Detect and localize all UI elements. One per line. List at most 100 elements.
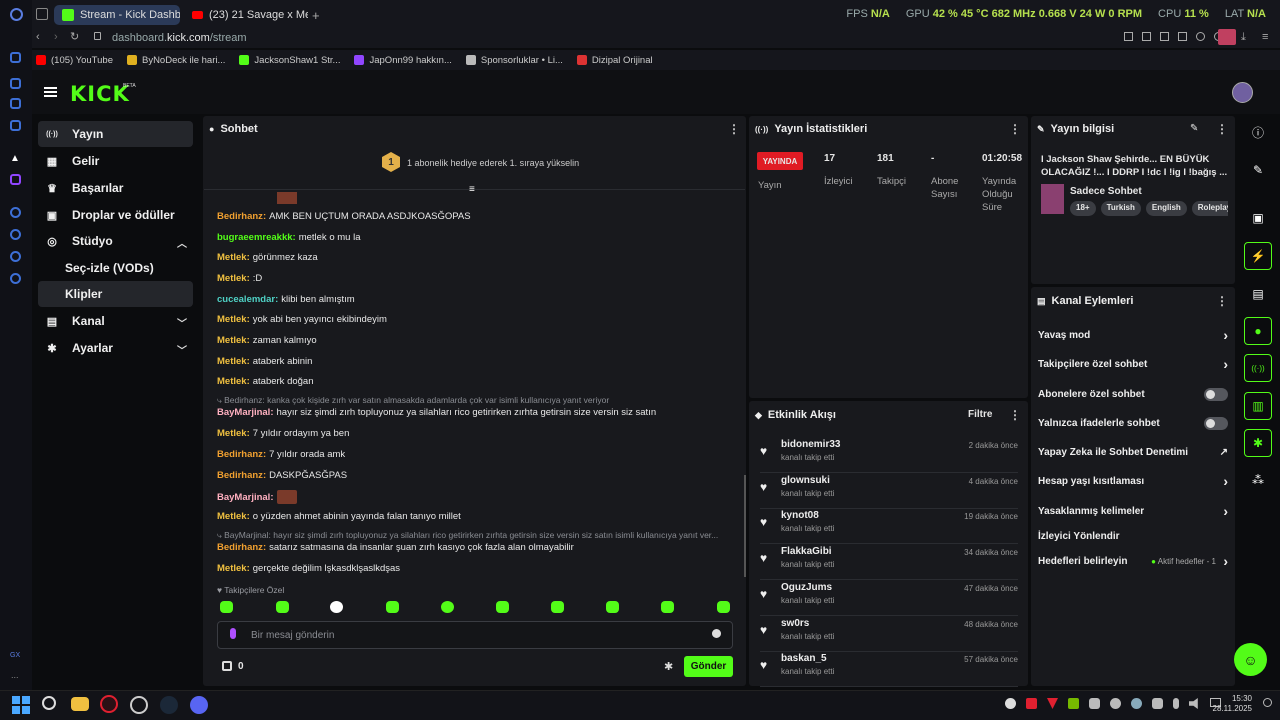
external-link-icon[interactable]: ↗	[1220, 447, 1228, 458]
sidebar-item[interactable]: ♛ Başarılar	[38, 175, 193, 201]
dashboard-icon[interactable]: ▥	[1244, 392, 1272, 420]
apps-icon[interactable]: ⁂	[1244, 466, 1272, 494]
chat-menu-icon[interactable]: ⋮	[728, 122, 740, 136]
channel-action-row[interactable]: İzleyici Yönlendir	[1038, 531, 1228, 545]
channel-action-row[interactable]: Abonelere özel sohbet	[1038, 388, 1228, 403]
mic-icon[interactable]	[1173, 698, 1179, 709]
bookmark-item[interactable]: (105) YouTube	[36, 55, 113, 66]
chevron-right-icon[interactable]: ›	[1223, 327, 1228, 343]
url-field[interactable]: dashboard.kick.com/stream	[112, 32, 247, 44]
channel-action-row[interactable]: Takipçilere özel sohbet ›	[1038, 356, 1228, 373]
emote-icon[interactable]	[717, 601, 730, 613]
messenger-icon[interactable]	[10, 120, 21, 131]
extensions-icon[interactable]	[10, 251, 21, 262]
tag[interactable]: 18+	[1070, 201, 1096, 216]
reload-icon[interactable]: ↻	[70, 30, 79, 43]
chat-username[interactable]: Metlek:	[217, 273, 250, 284]
mic-icon[interactable]	[230, 628, 236, 639]
sidebar-item[interactable]: Seç-izle (VODs)	[38, 255, 193, 281]
toggle-switch[interactable]	[1204, 388, 1228, 401]
activity-item[interactable]: ♥ OguzJums kanalı takip etti 47 dakika önce	[760, 580, 1018, 616]
chevron-down-icon[interactable]: ﹀	[177, 342, 187, 357]
chevron-right-icon[interactable]: ›	[1223, 553, 1228, 569]
emote-icon[interactable]	[330, 601, 343, 613]
activity-item[interactable]: ♥ glownsuki kanalı takip etti 4 dakika önce	[760, 473, 1018, 509]
tag[interactable]: Roleplay	[1191, 201, 1228, 216]
emoji-icon[interactable]	[712, 629, 721, 638]
chat-username[interactable]: cucealemdar:	[217, 294, 278, 305]
kick-logo[interactable]: KICK	[70, 82, 130, 106]
chat-username[interactable]: Metlek:	[217, 252, 250, 263]
chevron-right-icon[interactable]: ›	[1223, 503, 1228, 519]
activity-item[interactable]: ♥ baskan_5 kanalı takip etti 57 dakika önce	[760, 651, 1018, 688]
tab-youtube[interactable]: (23) 21 Savage x Metro B	[184, 5, 308, 25]
chevron-right-icon[interactable]: ›	[1223, 356, 1228, 372]
bookmark-item[interactable]: JacksonShaw1 Str...	[239, 55, 340, 66]
emote-icon[interactable]	[386, 601, 399, 613]
capture-icon[interactable]: ▣	[1244, 204, 1272, 232]
screen-icon[interactable]	[1160, 32, 1169, 41]
chat-username[interactable]: Bedirhanz:	[217, 542, 266, 553]
clock[interactable]: 15:30 28.11.2025	[1212, 694, 1252, 714]
broadcast-icon[interactable]: ((·))	[1244, 354, 1272, 382]
chevron-down-icon[interactable]: ﹀	[177, 315, 187, 330]
category-name[interactable]: Sadece Sohbet	[1070, 186, 1142, 197]
points-icon[interactable]	[222, 661, 232, 671]
chat-username[interactable]: BayMarjinal:	[217, 492, 274, 503]
chat-username[interactable]: Metlek:	[217, 428, 250, 439]
activity-username[interactable]: OguzJums	[781, 582, 832, 593]
activity-item[interactable]: ♥ FlakkaGibi kanalı takip etti 34 dakika ön…	[760, 544, 1018, 581]
bookmark-item[interactable]: JapOnn99 hakkın...	[354, 55, 452, 66]
opera-gx-icon[interactable]	[100, 695, 118, 713]
nvidia-icon[interactable]	[1068, 698, 1079, 709]
emote-icon[interactable]	[551, 601, 564, 613]
chat-filter-icon[interactable]: ≡	[469, 184, 475, 195]
search-icon[interactable]	[42, 696, 56, 710]
chat-username[interactable]: bugraeemreakkk:	[217, 232, 296, 243]
activity-username[interactable]: glownsuki	[781, 475, 830, 486]
channel-action-row[interactable]: Hesap yaşı kısıtlaması ›	[1038, 473, 1228, 490]
activity-item[interactable]: ♥ sw0rs kanalı takip etti 48 dakika önce	[760, 616, 1018, 652]
channel-action-row[interactable]: Yavaş mod ›	[1038, 327, 1228, 344]
pin-icon[interactable]	[1124, 32, 1133, 41]
chat-username[interactable]: Metlek:	[217, 511, 250, 522]
chevron-right-icon[interactable]: ›	[1223, 473, 1228, 489]
kick-rail-icon[interactable]: ▲	[10, 153, 20, 164]
file-explorer-icon[interactable]	[71, 697, 89, 711]
bookmark-item[interactable]: Dizipal Orijinal	[576, 55, 653, 66]
settings-rail-icon[interactable]	[10, 273, 21, 284]
chat-username[interactable]: Metlek:	[217, 376, 250, 387]
tray-icon[interactable]	[1110, 698, 1121, 709]
chevron-up-icon[interactable]: ︿	[177, 235, 187, 250]
emote-icon[interactable]	[441, 601, 454, 613]
info-menu-icon[interactable]: ⋮	[1216, 122, 1228, 136]
speed-dial-icon[interactable]	[10, 52, 21, 63]
chat-username[interactable]: Bedirhanz:	[217, 470, 266, 481]
chat-username[interactable]: Metlek:	[217, 563, 250, 574]
lightning-icon[interactable]: ⚡	[1244, 242, 1272, 270]
opera-icon[interactable]	[10, 8, 23, 21]
steam-tray-icon[interactable]	[1131, 698, 1142, 709]
download-icon[interactable]: ⤓	[1241, 31, 1246, 44]
tray-icon[interactable]	[1026, 698, 1037, 709]
chat-username[interactable]: Metlek:	[217, 335, 250, 346]
player-icon[interactable]	[10, 98, 21, 109]
wrench-icon[interactable]: ✱	[1244, 429, 1272, 457]
stats-menu-icon[interactable]: ⋮	[1009, 122, 1021, 136]
new-tab-button[interactable]: +	[312, 8, 320, 23]
tray-icon[interactable]	[1005, 698, 1016, 709]
twitch-icon[interactable]	[10, 174, 21, 185]
activity-username[interactable]: bidonemir33	[781, 439, 840, 450]
chat-username[interactable]: Metlek:	[217, 314, 250, 325]
activity-username[interactable]: sw0rs	[781, 618, 809, 629]
activity-item[interactable]: ♥ kynot08 kanalı takip etti 19 dakika önce	[760, 508, 1018, 545]
document-icon[interactable]: ▤	[1244, 280, 1272, 308]
channel-action-row[interactable]: Hedefleri belirleyin ● Aktif hedefler - 1…	[1038, 553, 1228, 570]
hamburger-icon[interactable]	[44, 87, 57, 97]
chat-icon[interactable]: ●	[1244, 317, 1272, 345]
emote-icon[interactable]	[220, 601, 233, 613]
emote-icon[interactable]	[606, 601, 619, 613]
tray-icon[interactable]	[1152, 698, 1163, 709]
activity-username[interactable]: baskan_5	[781, 653, 827, 664]
activity-menu-icon[interactable]: ⋮	[1009, 408, 1021, 422]
